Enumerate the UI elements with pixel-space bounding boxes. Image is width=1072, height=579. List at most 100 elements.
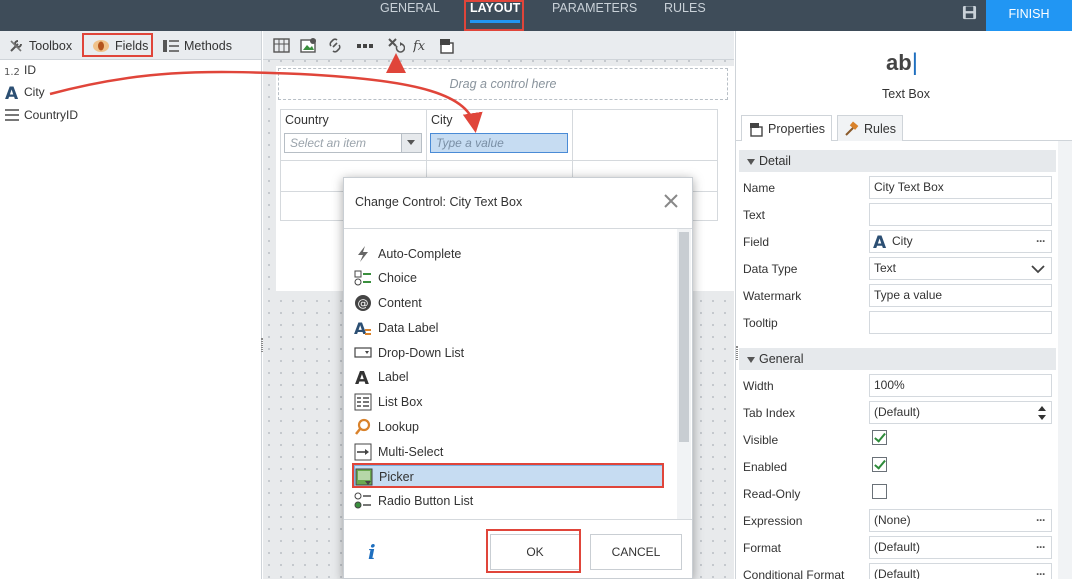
country-label: Country <box>285 113 329 127</box>
fields-tab-highlight <box>82 33 153 57</box>
tab-index-value: (Default) <box>874 405 921 419</box>
list-item[interactable]: Radio Button List <box>354 490 664 512</box>
scrollbar-thumb[interactable] <box>679 232 689 442</box>
close-icon[interactable] <box>662 192 680 210</box>
label-icon: A <box>355 368 369 386</box>
link-icon[interactable] <box>326 37 344 54</box>
tab-parameters[interactable]: PARAMETERS <box>552 0 637 31</box>
more-icon[interactable] <box>356 37 374 54</box>
tab-rules[interactable]: RULES <box>664 0 706 31</box>
methods-icon <box>163 40 179 52</box>
tab-general[interactable]: GENERAL <box>380 0 440 31</box>
lightning-icon <box>358 246 368 262</box>
section-detail[interactable]: Detail <box>739 150 1056 172</box>
list-item[interactable]: Multi-Select <box>354 441 664 463</box>
list-item[interactable]: Choice <box>354 267 664 289</box>
info-icon[interactable]: i <box>368 540 376 564</box>
list-item[interactable]: @ Content <box>354 292 664 314</box>
section-general[interactable]: General <box>739 348 1056 370</box>
field-picker[interactable]: A City ··· <box>869 230 1052 253</box>
name-field[interactable]: City Text Box <box>869 176 1052 199</box>
watermark-field[interactable]: Type a value <box>869 284 1052 307</box>
canvas-toolbar: fx <box>263 31 734 60</box>
tab-properties-label: Properties <box>768 121 825 136</box>
list-item-label: Choice <box>378 271 417 285</box>
list-item[interactable]: Lookup <box>354 416 664 438</box>
dropdown-list-icon <box>354 347 372 358</box>
finish-button[interactable]: FINISH <box>986 0 1072 31</box>
at-sign-icon: @ <box>355 295 371 311</box>
list-item[interactable]: A Label <box>354 366 664 388</box>
section-title: General <box>759 352 804 366</box>
list-item-label: Drop-Down List <box>378 346 465 360</box>
prop-label: Field <box>743 235 770 249</box>
tab-index-field[interactable]: (Default) <box>869 401 1052 424</box>
ellipsis-icon[interactable]: ··· <box>1036 564 1046 579</box>
field-item-label: CountryID <box>24 108 79 122</box>
list-item[interactable]: Drop-Down List <box>354 342 664 364</box>
cancel-button[interactable]: CANCEL <box>590 534 682 570</box>
gavel-icon <box>845 121 859 136</box>
save-icon[interactable] <box>962 5 977 20</box>
enabled-checkbox[interactable] <box>872 457 887 472</box>
ellipsis-icon[interactable]: ··· <box>1036 510 1046 531</box>
drop-zone[interactable]: Drag a control here <box>278 68 728 100</box>
lookup-icon <box>355 418 371 435</box>
format-field[interactable]: (Default) ··· <box>869 536 1052 559</box>
multi-select-icon <box>354 443 372 461</box>
add-table-icon[interactable] <box>273 37 291 54</box>
expression-field[interactable]: (None) ··· <box>869 509 1052 532</box>
city-text-box[interactable]: Type a value <box>430 133 568 153</box>
ellipsis-icon[interactable]: ··· <box>1036 231 1046 252</box>
field-item-countryid[interactable]: CountryID <box>4 105 78 125</box>
tab-rules-label: Rules <box>864 121 896 136</box>
field-item-id[interactable]: 1.2 ID <box>4 60 36 80</box>
prop-label: Conditional Format <box>743 568 845 579</box>
tab-rules-panel[interactable]: Rules <box>837 115 903 141</box>
properties-tab-icon <box>750 122 763 137</box>
list-box-icon <box>354 393 372 411</box>
svg-text:@: @ <box>358 297 369 310</box>
chevron-down-icon <box>1031 265 1045 274</box>
change-control-dialog: Change Control: City Text Box Auto-Compl… <box>343 177 693 579</box>
prop-label: Tooltip <box>743 316 778 330</box>
field-item-city[interactable]: A City <box>4 82 45 102</box>
read-only-checkbox[interactable] <box>872 484 887 499</box>
insert-image-icon[interactable] <box>300 37 318 54</box>
properties-scrollbar[interactable] <box>1058 141 1072 579</box>
properties-icon[interactable] <box>438 37 456 54</box>
list-item[interactable]: Auto-Complete <box>354 243 664 265</box>
textbox-placeholder: Type a value <box>436 136 504 150</box>
list-item-label: List Box <box>378 395 423 409</box>
tab-toolbox[interactable]: Toolbox <box>8 37 72 55</box>
svg-text:1.2: 1.2 <box>4 67 20 78</box>
ellipsis-icon[interactable]: ··· <box>1036 537 1046 558</box>
prop-label: Read-Only <box>743 487 801 501</box>
list-item-label: Lookup <box>378 420 420 434</box>
expression-value: (None) <box>874 513 911 527</box>
control-icon-text: ab <box>886 50 912 75</box>
dialog-scrollbar[interactable] <box>677 229 691 519</box>
change-control-icon[interactable] <box>387 37 405 54</box>
text-field[interactable] <box>869 203 1052 226</box>
properties-panel: ab| Text Box Properties Rules Detail Nam… <box>735 31 1072 579</box>
grid-divider <box>281 160 717 161</box>
tab-methods[interactable]: Methods <box>163 37 232 55</box>
tab-properties[interactable]: Properties <box>741 115 832 141</box>
list-item[interactable]: List Box <box>354 391 664 413</box>
expression-icon[interactable]: fx <box>413 37 431 54</box>
data-type-select[interactable]: Text <box>869 257 1052 280</box>
right-splitter-handle[interactable] <box>736 346 738 360</box>
left-panel: Toolbox Fields Methods 1.2 ID A City Cou… <box>0 31 262 579</box>
stepper-icon[interactable] <box>1037 404 1047 422</box>
country-dropdown[interactable]: Select an item <box>284 133 422 153</box>
width-field[interactable]: 100% <box>869 374 1052 397</box>
list-item[interactable]: A Data Label <box>354 317 664 339</box>
field-item-label: ID <box>24 63 36 77</box>
tooltip-field[interactable] <box>869 311 1052 334</box>
visible-checkbox[interactable] <box>872 430 887 445</box>
tab-methods-label: Methods <box>184 39 232 53</box>
svg-text:fx: fx <box>413 39 426 54</box>
prop-label: Data Type <box>743 262 798 276</box>
conditional-format-field[interactable]: (Default) ··· <box>869 563 1052 579</box>
